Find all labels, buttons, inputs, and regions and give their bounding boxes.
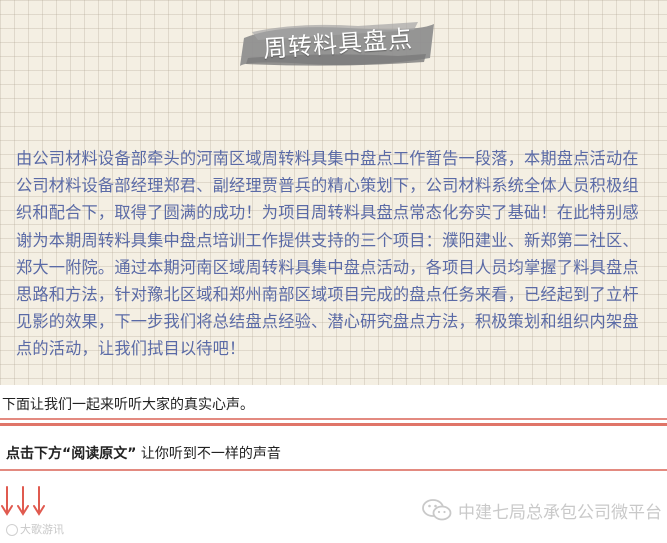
intro-line: 下面让我们一起来听听大家的真实心声。 — [2, 397, 254, 413]
logo-icon — [6, 524, 18, 536]
title-badge: 周转料具盘点 — [238, 18, 438, 70]
wechat-icon — [422, 499, 452, 521]
cta-part1: 点击下方 — [6, 446, 62, 462]
down-arrow-icon — [1, 486, 13, 516]
watermark-text: 中建七局总承包公司微平台 — [458, 502, 662, 523]
cta-part3: 让你听到不一样的声音 — [136, 446, 281, 462]
grid-paper-panel: 周转料具盘点 由公司材料设备部牵头的河南区域周转料具集中盘点工作暂告一段落，本期… — [0, 0, 667, 385]
divider-thin — [0, 418, 667, 420]
brand-logo: 大歌游讯 — [6, 522, 64, 538]
down-arrow-icon — [33, 486, 45, 516]
divider-thick — [0, 423, 667, 426]
read-original-cta[interactable]: 点击下方“阅读原文” 让你听到不一样的声音 — [0, 437, 667, 471]
cta-text: 点击下方“阅读原文” 让你听到不一样的声音 — [6, 444, 281, 464]
down-arrows — [1, 485, 49, 519]
watermark: 中建七局总承包公司微平台 — [346, 496, 662, 524]
article-paragraph: 由公司材料设备部牵头的河南区域周转料具集中盘点工作暂告一段落，本期盘点活动在公司… — [16, 149, 639, 359]
down-arrow-icon — [17, 486, 29, 516]
cta-part2: “阅读原文” — [62, 446, 137, 462]
brand-left-text: 大歌游讯 — [20, 523, 64, 536]
